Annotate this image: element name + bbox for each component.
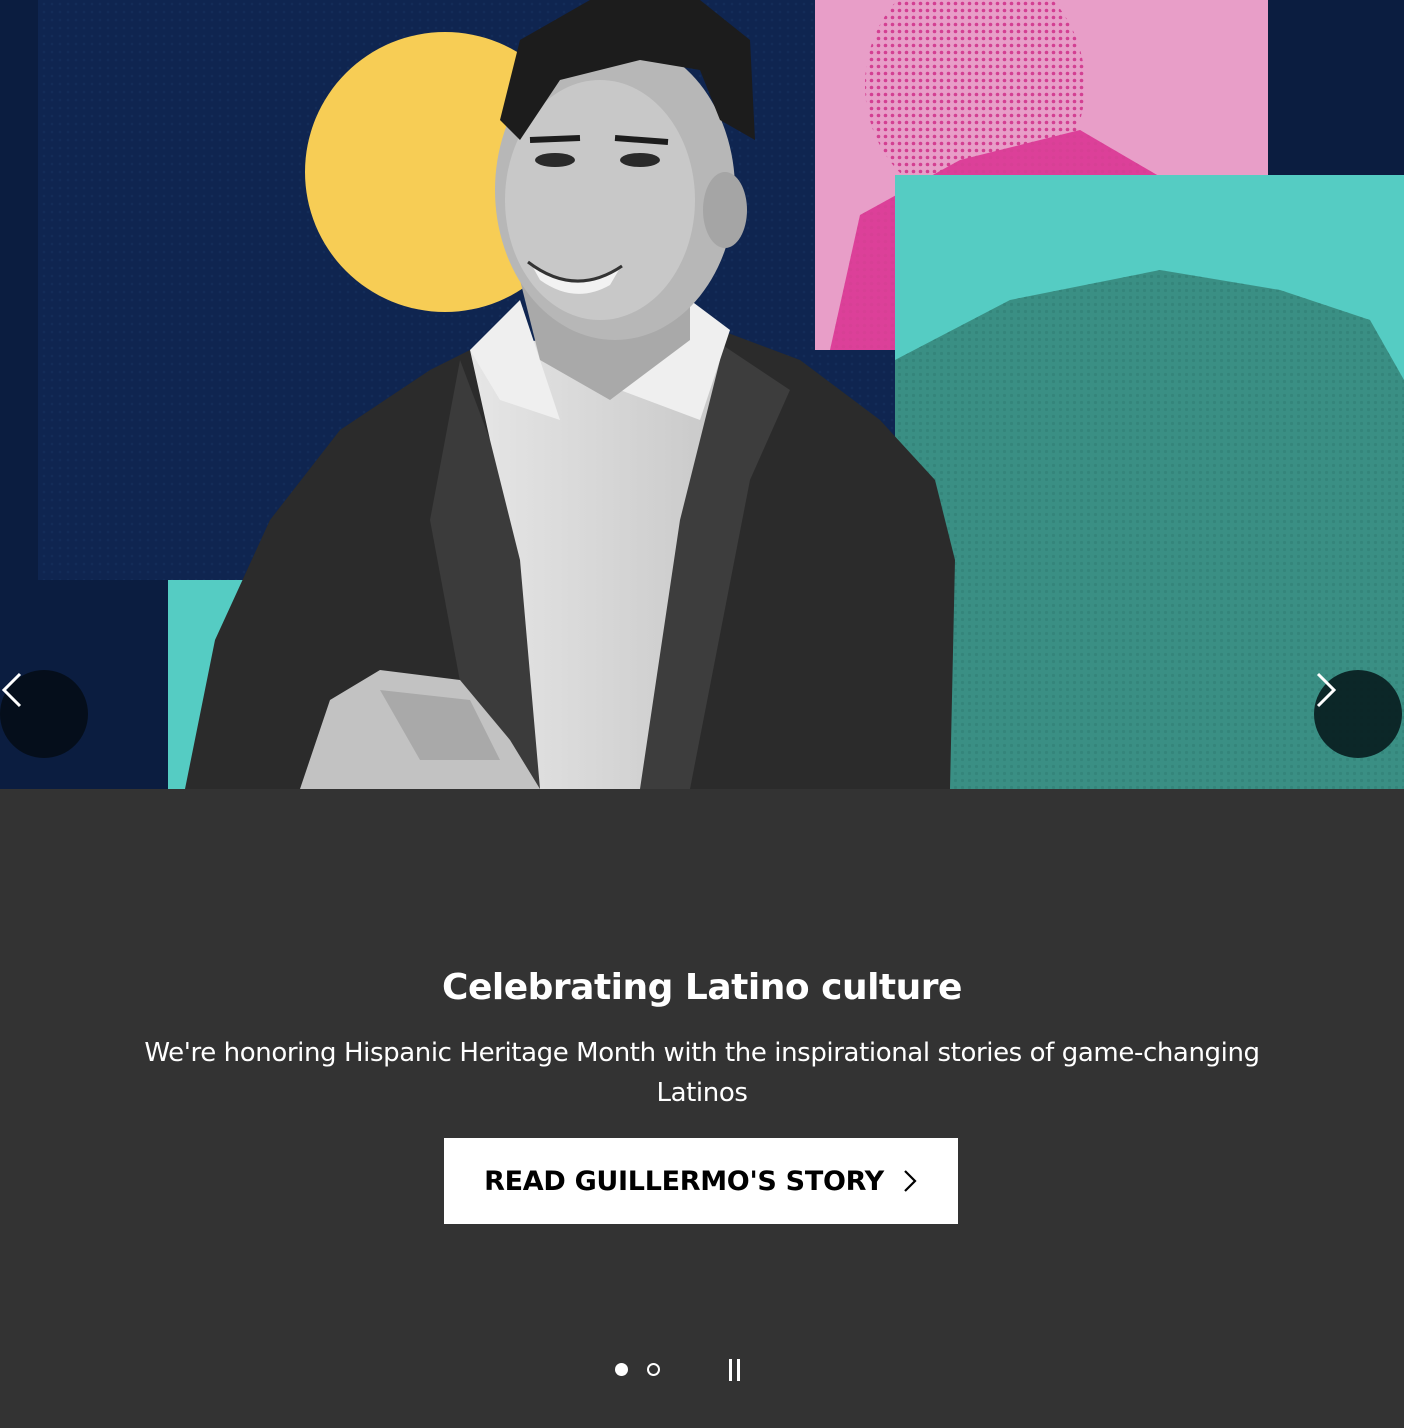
next-slide-button[interactable] <box>1314 670 1402 758</box>
chevron-right-icon <box>904 1170 917 1192</box>
pause-icon <box>729 1359 732 1381</box>
slide-subtitle: We're honoring Hispanic Heritage Month w… <box>144 1038 1260 1108</box>
previous-slide-button[interactable] <box>0 670 88 758</box>
slide-indicator-1[interactable] <box>615 1363 628 1376</box>
slide-indicator-2[interactable] <box>647 1363 660 1376</box>
carousel-indicators <box>0 1355 1404 1385</box>
slide-caption: Celebrating Latino culture We're honorin… <box>0 789 1404 1428</box>
chevron-left-icon <box>1 672 22 708</box>
read-story-button[interactable]: READ GUILLERMO'S STORY <box>444 1138 958 1224</box>
hero-illustration <box>0 0 1404 789</box>
slide-title: Celebrating Latino culture <box>442 967 962 1008</box>
pause-button[interactable] <box>724 1357 746 1383</box>
hero-image <box>0 0 1404 789</box>
carousel-page: Celebrating Latino culture We're honorin… <box>0 0 1404 1428</box>
chevron-right-icon <box>1316 672 1337 708</box>
cta-label: READ GUILLERMO'S STORY <box>484 1165 884 1197</box>
